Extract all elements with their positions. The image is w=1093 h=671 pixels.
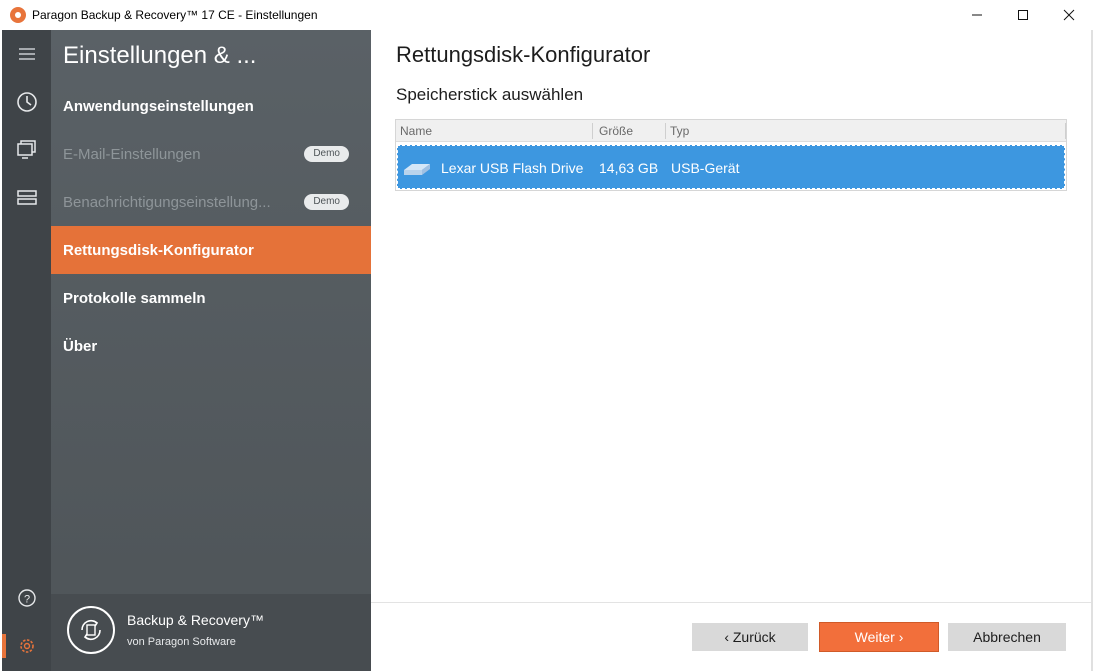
monitor-icon	[16, 140, 36, 159]
settings-button[interactable]	[2, 626, 51, 666]
nav-item-label: Über	[63, 337, 98, 355]
column-header-size[interactable]: Größe	[595, 120, 665, 142]
nav-item-about[interactable]: Über	[51, 322, 371, 370]
column-divider[interactable]	[592, 123, 593, 139]
nav-item-application-settings[interactable]: Anwendungseinstellungen	[51, 82, 371, 130]
menu-button[interactable]	[2, 34, 51, 74]
drives-button[interactable]	[2, 178, 51, 218]
help-icon: ?	[17, 589, 36, 607]
column-header-type[interactable]: Typ	[666, 120, 1066, 142]
page-title: Rettungsdisk-Konfigurator	[396, 42, 651, 67]
drives-icon	[16, 190, 37, 205]
nav-item-label: Anwendungseinstellungen	[63, 97, 254, 115]
window-title: Paragon Backup & Recovery™ 17 CE - Einst…	[32, 8, 318, 22]
backup-logo-icon	[67, 606, 115, 654]
nav-item-collect-logs[interactable]: Protokolle sammeln	[51, 274, 371, 322]
nav-title: Einstellungen & ...	[63, 42, 257, 69]
svg-text:?: ?	[23, 594, 29, 606]
nav-item-label: Protokolle sammeln	[63, 289, 206, 307]
icon-rail: ?	[2, 30, 51, 671]
settings-nav: Einstellungen & ... Anwendungseinstellun…	[51, 30, 371, 671]
usb-drive-icon	[404, 164, 430, 175]
table-header: Name Größe Typ	[396, 120, 1066, 142]
minimize-button[interactable]	[954, 0, 1000, 30]
drive-table: Name Größe Typ Lexar USB Flash Drive 14,…	[395, 119, 1067, 191]
drive-size: 14,63 GB	[599, 160, 659, 176]
column-divider	[1065, 123, 1066, 139]
monitor-button[interactable]	[2, 130, 51, 170]
app-logo-icon	[10, 7, 26, 23]
nav-item-notification-settings[interactable]: Benachrichtigungseinstellung... Demo	[51, 178, 371, 226]
maximize-icon	[1018, 10, 1028, 20]
demo-badge: Demo	[304, 194, 349, 210]
main-content: Rettungsdisk-Konfigurator Speicherstick …	[371, 30, 1093, 671]
back-button[interactable]: ‹ Zurück	[692, 623, 808, 651]
history-button[interactable]	[2, 82, 51, 122]
menu-icon	[18, 48, 35, 60]
close-button[interactable]	[1046, 0, 1092, 30]
minimize-icon	[972, 14, 982, 16]
table-row[interactable]: Lexar USB Flash Drive 14,63 GB USB-Gerät	[397, 145, 1065, 189]
nav-item-label: Rettungsdisk-Konfigurator	[63, 241, 254, 259]
next-button[interactable]: Weiter ›	[819, 622, 939, 652]
close-icon	[1063, 9, 1075, 21]
nav-item-label: Benachrichtigungseinstellung...	[63, 193, 271, 211]
title-bar: Paragon Backup & Recovery™ 17 CE - Einst…	[0, 0, 1093, 30]
history-icon	[16, 92, 37, 112]
footer-divider	[371, 602, 1093, 603]
product-name: Backup & Recovery™	[127, 612, 264, 628]
product-vendor: von Paragon Software	[127, 636, 236, 648]
demo-badge: Demo	[304, 146, 349, 162]
product-footer: Backup & Recovery™ von Paragon Software	[51, 594, 371, 671]
cancel-button[interactable]: Abbrechen	[948, 623, 1066, 651]
nav-item-email-settings[interactable]: E-Mail-Einstellungen Demo	[51, 130, 371, 178]
drive-type: USB-Gerät	[671, 160, 740, 176]
help-button[interactable]: ?	[2, 578, 51, 618]
nav-item-label: E-Mail-Einstellungen	[63, 145, 201, 163]
nav-item-rescue-disk-configurator[interactable]: Rettungsdisk-Konfigurator	[51, 226, 371, 274]
section-title: Speicherstick auswählen	[396, 85, 584, 104]
maximize-button[interactable]	[1000, 0, 1046, 30]
drive-name: Lexar USB Flash Drive	[441, 160, 584, 176]
column-header-name[interactable]: Name	[396, 120, 592, 142]
gear-icon	[19, 639, 34, 653]
